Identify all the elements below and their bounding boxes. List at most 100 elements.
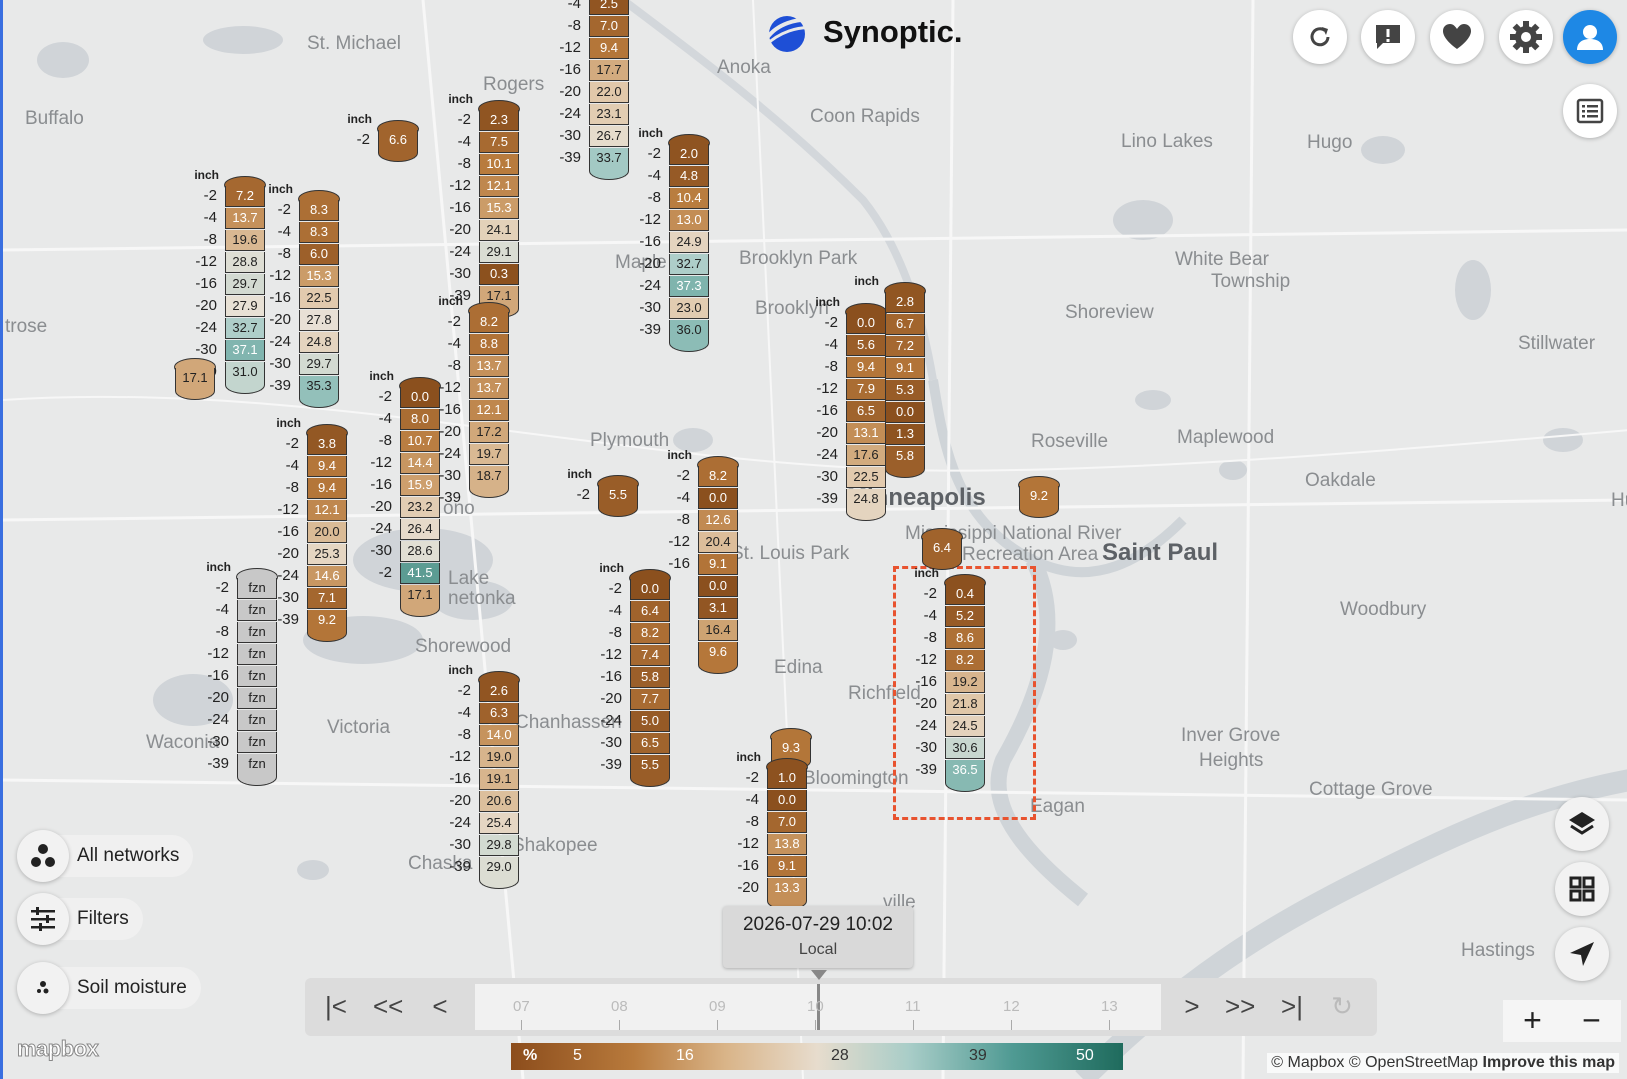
- depth-label: -8: [457, 726, 471, 743]
- moisture-value: fzn: [237, 644, 277, 665]
- timeline-hour-tick: 10: [807, 998, 824, 1015]
- fast-forward-button[interactable]: >>: [1225, 991, 1255, 1021]
- user-icon: [1577, 25, 1603, 50]
- favorites-button[interactable]: [1430, 10, 1484, 64]
- depth-label: -2: [285, 435, 299, 452]
- moisture-value: 32.7: [669, 254, 709, 275]
- depth-unit-label: inch: [438, 294, 463, 308]
- moisture-value: 13.7: [469, 356, 509, 377]
- soil-moisture-icon: [37, 981, 49, 994]
- depth-label: -24: [370, 520, 392, 537]
- depth-label: -8: [676, 511, 690, 528]
- moisture-value: 8.2: [698, 466, 738, 487]
- first-time-button[interactable]: |<: [321, 991, 351, 1021]
- place-label-hugo: Hugo: [1307, 132, 1353, 153]
- depth-label: -12: [207, 645, 229, 662]
- moisture-value: 26.7: [589, 126, 629, 147]
- locate-button[interactable]: [1555, 927, 1609, 981]
- moisture-value: 24.5: [945, 716, 985, 737]
- auto-refresh-icon[interactable]: ↻: [1327, 991, 1357, 1021]
- zoom-in-button[interactable]: +: [1503, 1000, 1562, 1042]
- depth-label: -12: [668, 533, 690, 550]
- place-label-anoka: Anoka: [717, 57, 771, 78]
- depth-label: -16: [370, 476, 392, 493]
- depth-label: -39: [207, 755, 229, 772]
- depth-label: -24: [816, 446, 838, 463]
- rewind-button[interactable]: <<: [373, 991, 403, 1021]
- list-view-button[interactable]: [1563, 84, 1617, 138]
- moisture-value: 7.9: [846, 379, 886, 400]
- depth-label: -20: [915, 695, 937, 712]
- moisture-value: 7.0: [767, 812, 807, 833]
- moisture-value: 7.4: [630, 645, 670, 666]
- refresh-button[interactable]: [1293, 10, 1347, 64]
- depth-label: -8: [378, 432, 392, 449]
- moisture-value: 13.8: [767, 834, 807, 855]
- depth-label: -16: [449, 199, 471, 216]
- legend-tick: 5: [573, 1047, 582, 1064]
- settings-button[interactable]: [1499, 10, 1553, 64]
- moisture-value: 13.7: [469, 378, 509, 399]
- place-label-rogers: Rogers: [483, 74, 545, 95]
- timeline-tick-mark: [815, 1020, 816, 1030]
- place-label-rose: trose: [5, 316, 48, 337]
- variable-label: Soil moisture: [77, 977, 187, 998]
- feedback-button[interactable]: [1361, 10, 1415, 64]
- timeline-hour-tick: 07: [513, 998, 530, 1015]
- moisture-value: fzn: [237, 732, 277, 753]
- depth-label: -20: [207, 689, 229, 706]
- moisture-value: 17.6: [846, 445, 886, 466]
- account-button[interactable]: [1563, 10, 1617, 64]
- mapbox-attribution-link[interactable]: © Mapbox: [1271, 1054, 1344, 1071]
- current-time-display: 2026-07-29 10:02 Local: [723, 906, 913, 968]
- filters-control[interactable]: Filters: [17, 893, 143, 945]
- variable-control[interactable]: Soil moisture: [17, 962, 201, 1014]
- timeline-track[interactable]: 07 08 09 10 11 12 13: [475, 970, 1161, 1030]
- moisture-value: 22.0: [589, 82, 629, 103]
- improve-map-link[interactable]: Improve this map: [1483, 1054, 1615, 1071]
- variable-icon-button[interactable]: [17, 962, 69, 1014]
- depth-label: -4: [824, 336, 838, 353]
- last-time-button[interactable]: >|: [1277, 991, 1307, 1021]
- moisture-value: 21.8: [945, 694, 985, 715]
- depth-label: -4: [447, 335, 461, 352]
- moisture-value: 17.7: [589, 60, 629, 81]
- filters-icon: [31, 907, 55, 931]
- moisture-value: 1.3: [885, 424, 925, 445]
- grid-view-button[interactable]: [1555, 862, 1609, 916]
- moisture-value: 9.4: [307, 478, 347, 499]
- brand: Synoptic.: [763, 10, 963, 54]
- moisture-value: 8.8: [469, 334, 509, 355]
- depth-label: -30: [207, 733, 229, 750]
- moisture-value: 24.1: [479, 220, 519, 241]
- layers-button[interactable]: [1555, 797, 1609, 851]
- osm-attribution-link[interactable]: © OpenStreetMap: [1349, 1054, 1478, 1071]
- depth-label: -12: [600, 646, 622, 663]
- depth-label: -20: [816, 424, 838, 441]
- mapbox-logo[interactable]: mapbox: [16, 1036, 99, 1062]
- moisture-value: 0.0: [767, 790, 807, 811]
- depth-label: -2: [576, 486, 590, 503]
- depth-label: -2: [356, 131, 370, 148]
- depth-label: -20: [639, 255, 661, 272]
- moisture-value: 29.7: [299, 354, 339, 375]
- depth-label: -30: [370, 542, 392, 559]
- depth-label: -12: [277, 501, 299, 518]
- filters-icon-button[interactable]: [17, 893, 69, 945]
- moisture-value: 20.4: [698, 532, 738, 553]
- moisture-value: 12.1: [479, 176, 519, 197]
- moisture-value: 23.0: [669, 298, 709, 319]
- color-legend: % 5 16 28 39 50: [511, 1043, 1123, 1070]
- networks-icon-button[interactable]: [17, 830, 69, 882]
- place-label-roseville: Roseville: [1031, 431, 1109, 452]
- moisture-value: 7.7: [630, 689, 670, 710]
- zoom-out-button[interactable]: −: [1562, 1000, 1621, 1042]
- moisture-value: 12.1: [307, 500, 347, 521]
- depth-label: -4: [457, 704, 471, 721]
- previous-time-button[interactable]: <: [425, 991, 455, 1021]
- map-canvas[interactable]: St. Michael Anoka Coon Rapids Buffalo Rogers…: [0, 0, 1627, 1079]
- moisture-value: 14.4: [400, 453, 440, 474]
- next-time-button[interactable]: >: [1177, 991, 1207, 1021]
- networks-control[interactable]: All networks: [17, 830, 194, 882]
- depth-unit-label: inch: [815, 295, 840, 309]
